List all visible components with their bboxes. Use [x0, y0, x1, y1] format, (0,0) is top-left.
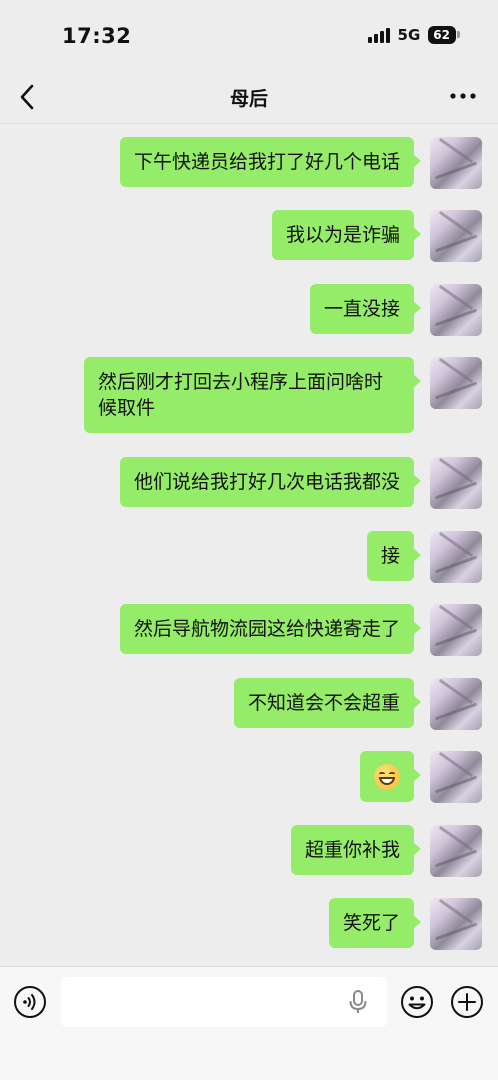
message-bubble[interactable]: 然后导航物流园这给快递寄走了 [119, 604, 422, 654]
chat-title: 母后 [229, 88, 268, 110]
message-row: 接 [366, 531, 482, 583]
message-bubble[interactable]: 他们说给我打好几次电话我都没 [119, 457, 422, 507]
message-bubble[interactable]: 下午快递员给我打了好几个电话 [119, 137, 422, 187]
voice-icon[interactable] [13, 985, 47, 1019]
avatar[interactable] [430, 357, 482, 409]
message-bubble[interactable] [360, 751, 421, 802]
message-row [360, 751, 482, 803]
message-row: 笑死了 [328, 898, 482, 950]
grinning-face-emoji [374, 763, 400, 790]
message-row: 然后刚才打回去小程序上面问啥时候取件 [84, 357, 482, 433]
avatar[interactable] [430, 457, 482, 509]
avatar[interactable] [430, 137, 482, 189]
plus-icon[interactable] [450, 985, 484, 1019]
status-bar: 17:32 5G 62 [0, 0, 498, 70]
message-row: 下午快递员给我打了好几个电话 [119, 137, 482, 189]
avatar[interactable] [430, 284, 482, 336]
chat-messages[interactable]: 下午快递员给我打了好几个电话 我以为是诈骗 一直没接 然后刚才打回去小程序上面问… [0, 125, 498, 965]
message-bubble[interactable]: 笑死了 [328, 898, 422, 948]
message-row: 然后导航物流园这给快递寄走了 [119, 604, 482, 656]
message-row: 我以为是诈骗 [271, 210, 482, 262]
status-indicators: 5G 62 [367, 26, 460, 44]
message-bubble[interactable]: 一直没接 [309, 284, 422, 334]
message-bubble[interactable]: 不知道会不会超重 [233, 678, 422, 728]
message-row: 他们说给我打好几次电话我都没 [119, 457, 482, 509]
message-row: 一直没接 [309, 284, 482, 336]
avatar[interactable] [430, 604, 482, 656]
message-row: 超重你补我 [290, 825, 482, 877]
message-row: 不知道会不会超重 [233, 678, 482, 730]
avatar[interactable] [430, 825, 482, 877]
avatar[interactable] [430, 678, 482, 730]
message-input[interactable] [61, 977, 387, 1027]
message-bubble[interactable]: 然后刚才打回去小程序上面问啥时候取件 [84, 357, 421, 433]
message-bubble[interactable]: 接 [366, 531, 422, 581]
signal-icon [367, 27, 390, 43]
input-bar [0, 966, 498, 1080]
message-bubble[interactable]: 我以为是诈骗 [271, 210, 422, 260]
message-bubble[interactable]: 超重你补我 [290, 825, 422, 875]
status-time: 17:32 [62, 24, 132, 48]
avatar[interactable] [430, 898, 482, 950]
emoji-icon[interactable] [400, 985, 434, 1019]
network-type: 5G [397, 26, 421, 44]
avatar[interactable] [430, 751, 482, 803]
more-dots-icon[interactable] [448, 84, 478, 108]
microphone-icon[interactable] [348, 990, 368, 1014]
avatar[interactable] [430, 210, 482, 262]
battery-icon: 62 [428, 26, 460, 44]
avatar[interactable] [430, 531, 482, 583]
nav-bar: 母后 [0, 70, 498, 124]
